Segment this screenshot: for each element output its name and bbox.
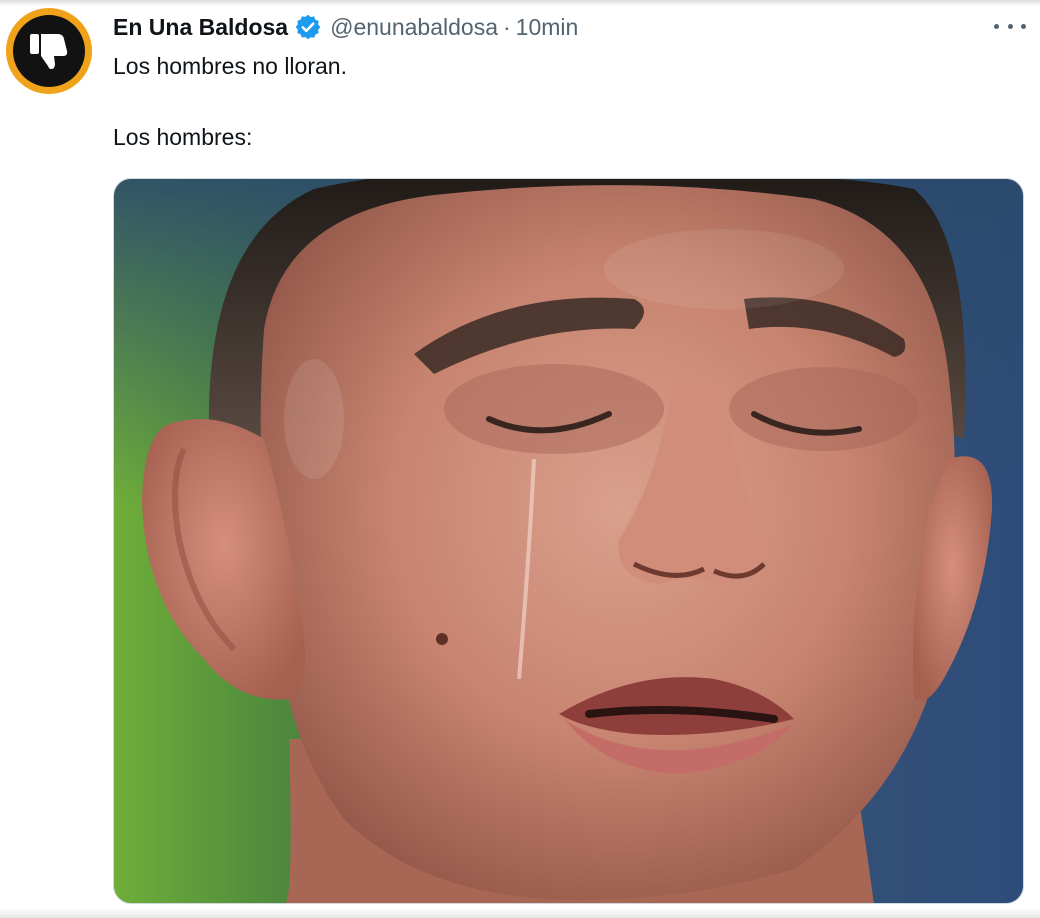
more-dot xyxy=(994,23,999,29)
avatar-inner xyxy=(13,15,85,87)
thumbs-down-icon xyxy=(30,34,68,69)
avatar[interactable] xyxy=(6,8,92,94)
tweet-header: En Una Baldosa @enunabaldosa · 10min xyxy=(113,10,578,44)
more-dot xyxy=(1007,23,1013,29)
more-options-icon[interactable] xyxy=(994,16,1026,36)
handle[interactable]: @enunabaldosa xyxy=(330,14,498,41)
tweet-text-line: Los hombres: xyxy=(113,124,253,150)
tweet-text-line: Los hombres no lloran. xyxy=(113,53,347,79)
tweet-text: Los hombres no lloran. Los hombres: xyxy=(113,50,347,154)
tweet: En Una Baldosa @enunabaldosa · 10min Los… xyxy=(0,0,1040,918)
verified-badge-icon xyxy=(294,13,322,41)
bottom-divider xyxy=(0,908,1040,918)
tweet-media-photo[interactable] xyxy=(113,178,1024,904)
separator-dot: · xyxy=(502,13,511,40)
top-divider xyxy=(0,0,1040,6)
more-dot xyxy=(1021,23,1026,29)
timestamp[interactable]: 10min xyxy=(516,14,579,41)
display-name[interactable]: En Una Baldosa xyxy=(113,14,288,41)
crying-man-photo xyxy=(114,179,1023,903)
